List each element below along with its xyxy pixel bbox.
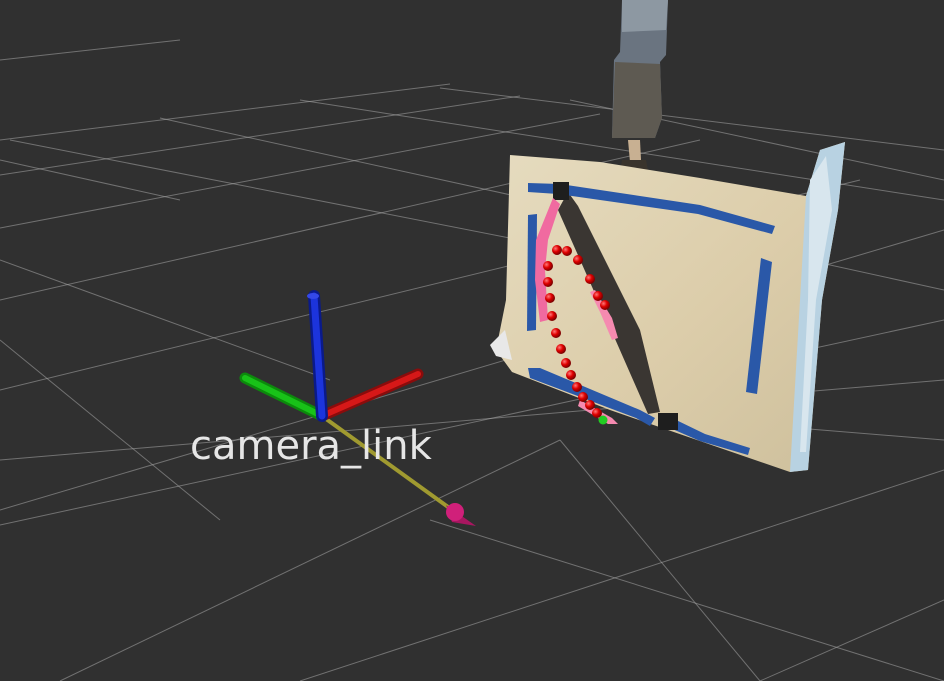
grid-line xyxy=(9,139,521,241)
path-point-marker xyxy=(543,277,553,287)
path-point-marker xyxy=(556,344,566,354)
grid-line xyxy=(0,83,451,141)
scene-canvas[interactable] xyxy=(0,0,944,681)
path-point-marker xyxy=(572,382,582,392)
board-point-cloud xyxy=(490,142,845,472)
grid-line xyxy=(439,87,944,151)
path-point-marker xyxy=(578,392,588,402)
person-point-cloud xyxy=(612,0,668,171)
grid-line xyxy=(0,159,181,201)
path-point-marker xyxy=(545,293,555,303)
path-point-marker xyxy=(585,274,595,284)
path-point-marker xyxy=(562,246,572,256)
rviz-3d-viewport[interactable]: camera_link xyxy=(0,0,944,681)
magnet xyxy=(553,182,569,200)
grid-line xyxy=(759,599,944,681)
grid-line xyxy=(0,339,221,521)
path-point-marker xyxy=(551,328,561,338)
magnet xyxy=(658,413,678,430)
grid-line xyxy=(59,439,561,681)
path-point-marker xyxy=(600,300,610,310)
axes-marker-icon xyxy=(239,290,424,422)
path-point-marker xyxy=(585,400,595,410)
frame-label-camera-link: camera_link xyxy=(190,423,432,469)
grid-line xyxy=(559,439,761,681)
path-point-marker xyxy=(547,311,557,321)
path-point-marker xyxy=(543,261,553,271)
goal-point-marker xyxy=(598,415,608,425)
grid-line xyxy=(429,519,944,681)
path-point-marker xyxy=(552,245,562,255)
path-point-marker xyxy=(573,255,583,265)
path-point-marker xyxy=(561,358,571,368)
grid-line xyxy=(0,39,181,61)
grid-line xyxy=(299,469,944,681)
path-point-marker xyxy=(593,291,603,301)
path-point-marker xyxy=(566,370,576,380)
grid-line xyxy=(0,259,331,381)
